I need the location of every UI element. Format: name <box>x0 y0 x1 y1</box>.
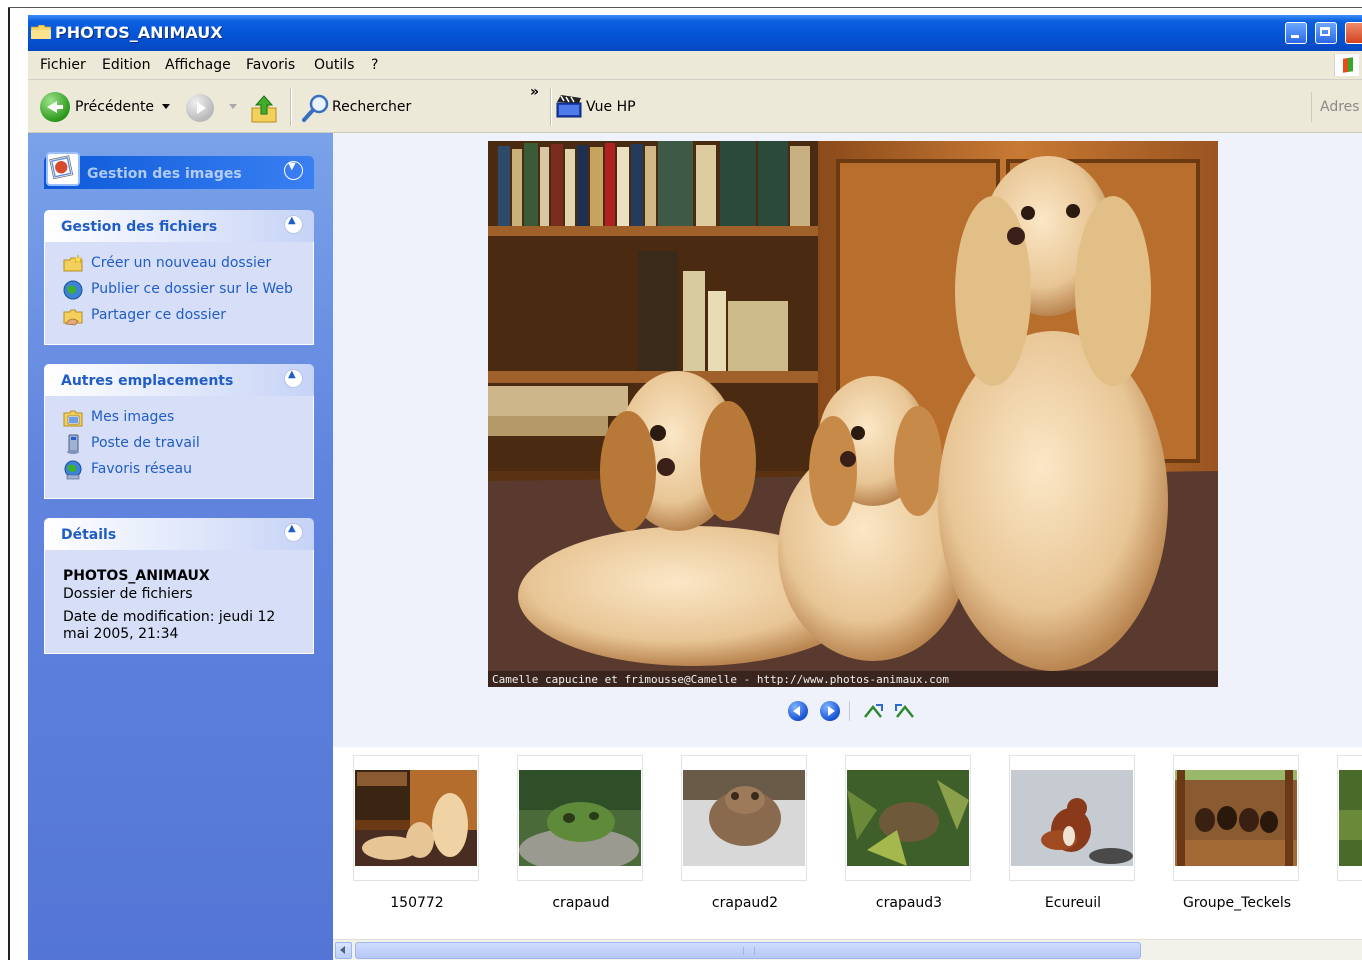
share-folder-icon <box>63 309 83 326</box>
rotate-counterclockwise-icon[interactable] <box>893 703 915 719</box>
thumbnail-item[interactable]: crapaud3 <box>845 755 971 911</box>
create-folder-link[interactable]: Créer un nouveau dossier <box>91 255 271 271</box>
thumbnail-strip: 150772 crapaud crapaud2 crapaud3 Ecureui… <box>333 747 1362 939</box>
images-task-title: Gestion des images <box>87 166 242 182</box>
title-bar[interactable]: PHOTOS_ANIMAUX <box>28 15 1362 51</box>
next-image-icon[interactable] <box>820 701 840 721</box>
back-button-label[interactable]: Précédente <box>75 99 154 115</box>
folder-up-icon[interactable] <box>250 94 278 124</box>
restore-button[interactable] <box>1315 22 1337 44</box>
address-bar[interactable]: Adres <box>1311 92 1362 122</box>
details-folder-type: Dossier de fichiers <box>63 586 193 602</box>
scroll-left-arrow-icon[interactable] <box>335 942 352 959</box>
network-places-link[interactable]: Favoris réseau <box>91 461 192 477</box>
thumbnail-image <box>519 770 641 866</box>
thumbnail-label: crapaud2 <box>711 895 779 911</box>
other-places-body: Mes images Poste de travail Favoris rése… <box>44 396 314 499</box>
other-places-title: Autres emplacements <box>61 373 234 389</box>
preview-caption: Camelle capucine et frimousse@Camelle - … <box>492 673 949 686</box>
menu-fichier[interactable]: Fichier <box>40 57 86 73</box>
windows-logo-icon <box>1334 54 1359 76</box>
thumbnail-image <box>1175 770 1297 866</box>
horizontal-scrollbar[interactable] <box>333 939 1362 960</box>
menu-affichage[interactable]: Affichage <box>165 57 231 73</box>
details-body: PHOTOS_ANIMAUX Dossier de fichiers Date … <box>44 550 314 654</box>
file-tasks-body: Créer un nouveau dossier Publier ce doss… <box>44 242 314 345</box>
filmstrip-view: Camelle capucine et frimousse@Camelle - … <box>333 133 1362 960</box>
vue-hp-label[interactable]: Vue HP <box>586 99 636 115</box>
thumbnail-item[interactable]: Groupe_Teckels <box>1173 755 1299 911</box>
details-header[interactable]: Détails ▲ <box>44 518 314 550</box>
window-title: PHOTOS_ANIMAUX <box>55 23 223 42</box>
share-folder-link[interactable]: Partager ce dossier <box>91 307 226 323</box>
thumbnail-label: 150772 <box>390 895 444 911</box>
thumbnail-item[interactable]: Ecureuil <box>1009 755 1135 911</box>
address-label: Adres <box>1320 99 1360 115</box>
thumbnail-image <box>1011 770 1133 866</box>
thumbnail-image <box>847 770 969 866</box>
content-area: Gestion des images ▼ Gestion des fichier… <box>28 133 1362 960</box>
my-computer-link[interactable]: Poste de travail <box>91 435 200 451</box>
task-pane: Gestion des images ▼ Gestion des fichier… <box>28 133 333 960</box>
preview-controls <box>788 701 928 725</box>
thumbnail-image <box>683 770 805 866</box>
previous-image-icon[interactable] <box>788 701 808 721</box>
thumbnail-item[interactable]: crapaud <box>517 755 643 911</box>
menu-bar: Fichier Edition Affichage Favoris Outils… <box>28 51 1362 80</box>
back-arrow-icon[interactable] <box>40 92 70 122</box>
thumbnail-label: Groupe_Teckels <box>1182 895 1292 911</box>
globe-icon <box>63 280 83 300</box>
details-title: Détails <box>61 527 117 543</box>
search-button-label[interactable]: Rechercher <box>332 99 411 115</box>
toolbar-overflow-chevron[interactable]: » <box>530 84 539 100</box>
search-icon[interactable] <box>300 92 332 124</box>
preview-image[interactable]: Camelle capucine et frimousse@Camelle - … <box>488 141 1218 687</box>
camera-clapper-icon[interactable] <box>555 92 583 120</box>
collapse-chevron-icon[interactable]: ▲ <box>284 369 303 388</box>
forward-arrow-icon[interactable] <box>186 94 214 122</box>
details-modified-date: Date de modification: jeudi 12 mai 2005,… <box>63 609 276 642</box>
thumbnail-image <box>1339 770 1362 866</box>
thumbnail-item[interactable]: 150772 <box>353 755 479 911</box>
computer-icon <box>67 434 79 454</box>
thumbnail-item[interactable]: crapaud2 <box>681 755 807 911</box>
my-pictures-link[interactable]: Mes images <box>91 409 174 425</box>
minimize-button[interactable] <box>1285 22 1307 44</box>
thumbnail-label: crapaud3 <box>875 895 943 911</box>
collapse-chevron-icon[interactable]: ▲ <box>284 215 303 234</box>
publish-web-link[interactable]: Publier ce dossier sur le Web <box>91 281 293 297</box>
folder-icon <box>31 25 51 39</box>
forward-dropdown-icon[interactable] <box>229 104 237 109</box>
thumbnail-item-partial[interactable] <box>1337 755 1362 881</box>
network-places-icon <box>64 460 82 480</box>
explorer-window: PHOTOS_ANIMAUX Fichier Edition Affichage… <box>28 15 1362 960</box>
expand-chevron-icon[interactable]: ▼ <box>284 161 303 180</box>
close-button[interactable] <box>1345 22 1362 44</box>
menu-edition[interactable]: Edition <box>102 57 150 73</box>
menu-favoris[interactable]: Favoris <box>246 57 295 73</box>
back-dropdown-icon[interactable] <box>162 104 170 109</box>
new-folder-icon <box>63 254 83 272</box>
collapse-chevron-icon[interactable]: ▲ <box>284 523 303 542</box>
menu-outils[interactable]: Outils <box>314 57 354 73</box>
thumbnail-image <box>355 770 477 866</box>
file-tasks-title: Gestion des fichiers <box>61 219 218 235</box>
details-folder-name: PHOTOS_ANIMAUX <box>63 568 210 584</box>
thumbnail-label: crapaud <box>552 895 610 911</box>
images-task-header[interactable]: Gestion des images ▼ <box>44 152 314 189</box>
file-tasks-header[interactable]: Gestion des fichiers ▲ <box>44 210 314 242</box>
scrollbar-thumb[interactable] <box>355 942 1141 959</box>
thumbnail-label: Ecureuil <box>1044 895 1102 911</box>
toolbar: Précédente Rechercher » Vue HP Adres <box>28 80 1362 133</box>
my-pictures-icon <box>63 410 83 427</box>
menu-help[interactable]: ? <box>371 57 378 73</box>
rotate-clockwise-icon[interactable] <box>863 703 885 719</box>
picture-folder-icon <box>46 152 80 186</box>
other-places-header[interactable]: Autres emplacements ▲ <box>44 364 314 396</box>
